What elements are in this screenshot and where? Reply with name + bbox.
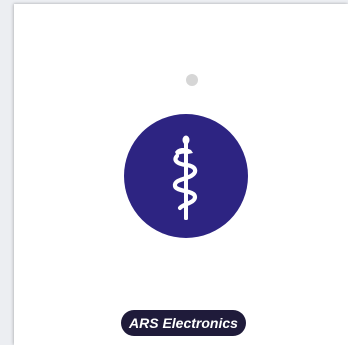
rod-of-asclepius-icon	[172, 135, 198, 220]
medical-emblem	[124, 114, 248, 238]
status-indicator-dot	[186, 74, 198, 86]
app-screen: ARS Electronics	[0, 0, 348, 345]
content-card: ARS Electronics	[14, 4, 348, 345]
brand-label: ARS Electronics	[121, 310, 246, 336]
